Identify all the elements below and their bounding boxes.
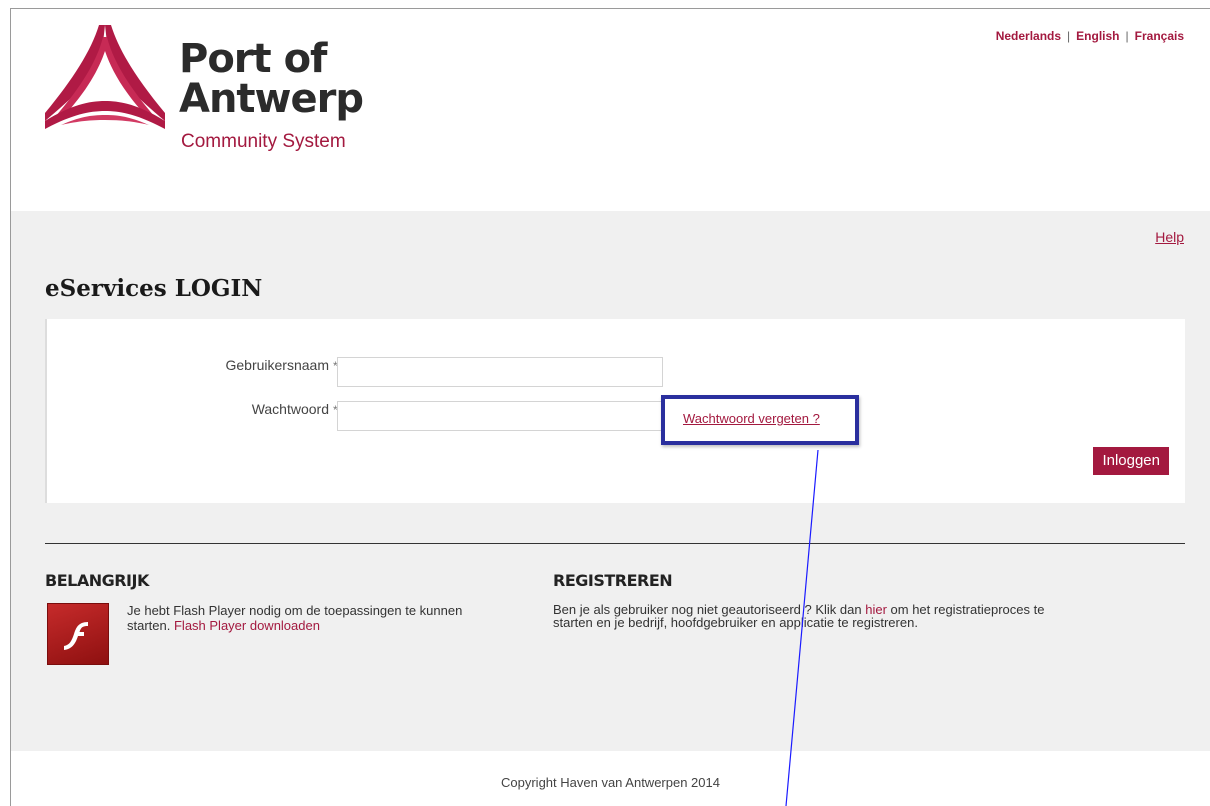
flash-download-link[interactable]: Flash Player downloaden bbox=[174, 618, 320, 633]
flash-info-text: Je hebt Flash Player nodig om de toepass… bbox=[127, 603, 507, 633]
lang-link-nederlands[interactable]: Nederlands bbox=[996, 29, 1061, 43]
logo-line-port-of: Port of bbox=[179, 36, 327, 82]
logo-text: Port of Antwerp Community System bbox=[179, 36, 364, 153]
footer: Copyright Haven van Antwerpen 2014 bbox=[11, 751, 1210, 806]
login-form: Gebruikersnaam * Wachtwoord * Wachtwoord… bbox=[45, 319, 1185, 503]
logo-line-antwerp: Antwerp bbox=[179, 76, 364, 122]
copyright-text: Copyright Haven van Antwerpen 2014 bbox=[501, 775, 720, 790]
register-title: REGISTREREN bbox=[553, 571, 673, 590]
forgot-password-highlight: Wachtwoord vergeten ? bbox=[661, 395, 859, 445]
section-divider bbox=[45, 543, 1185, 544]
register-info-text: Ben je als gebruiker nog niet geautorise… bbox=[553, 603, 1053, 629]
page-title: eServices LOGIN bbox=[45, 275, 263, 302]
forgot-password-link[interactable]: Wachtwoord vergeten ? bbox=[683, 411, 820, 426]
logo-subtitle: Community System bbox=[181, 131, 346, 152]
flash-f-glyph-icon bbox=[64, 622, 88, 650]
username-label: Gebruikersnaam bbox=[225, 357, 330, 373]
header: Port of Antwerp Community System Nederla… bbox=[11, 9, 1210, 211]
lang-link-francais[interactable]: Français bbox=[1135, 29, 1184, 43]
port-of-antwerp-logo-icon bbox=[45, 25, 165, 129]
main-content: Help eServices LOGIN Gebruikersnaam * Wa… bbox=[11, 211, 1210, 751]
important-title: BELANGRIJK bbox=[45, 571, 149, 590]
username-input[interactable] bbox=[337, 357, 663, 387]
language-selector: Nederlands | English | Français bbox=[996, 29, 1184, 43]
lang-separator: | bbox=[1067, 29, 1071, 43]
login-button[interactable]: Inloggen bbox=[1093, 447, 1169, 475]
page: Port of Antwerp Community System Nederla… bbox=[10, 8, 1210, 806]
flash-player-icon bbox=[47, 603, 109, 665]
help-link[interactable]: Help bbox=[1155, 229, 1184, 245]
password-input[interactable] bbox=[337, 401, 663, 431]
lang-link-english[interactable]: English bbox=[1076, 29, 1119, 43]
lang-separator: | bbox=[1125, 29, 1129, 43]
password-label: Wachtwoord bbox=[251, 401, 329, 417]
